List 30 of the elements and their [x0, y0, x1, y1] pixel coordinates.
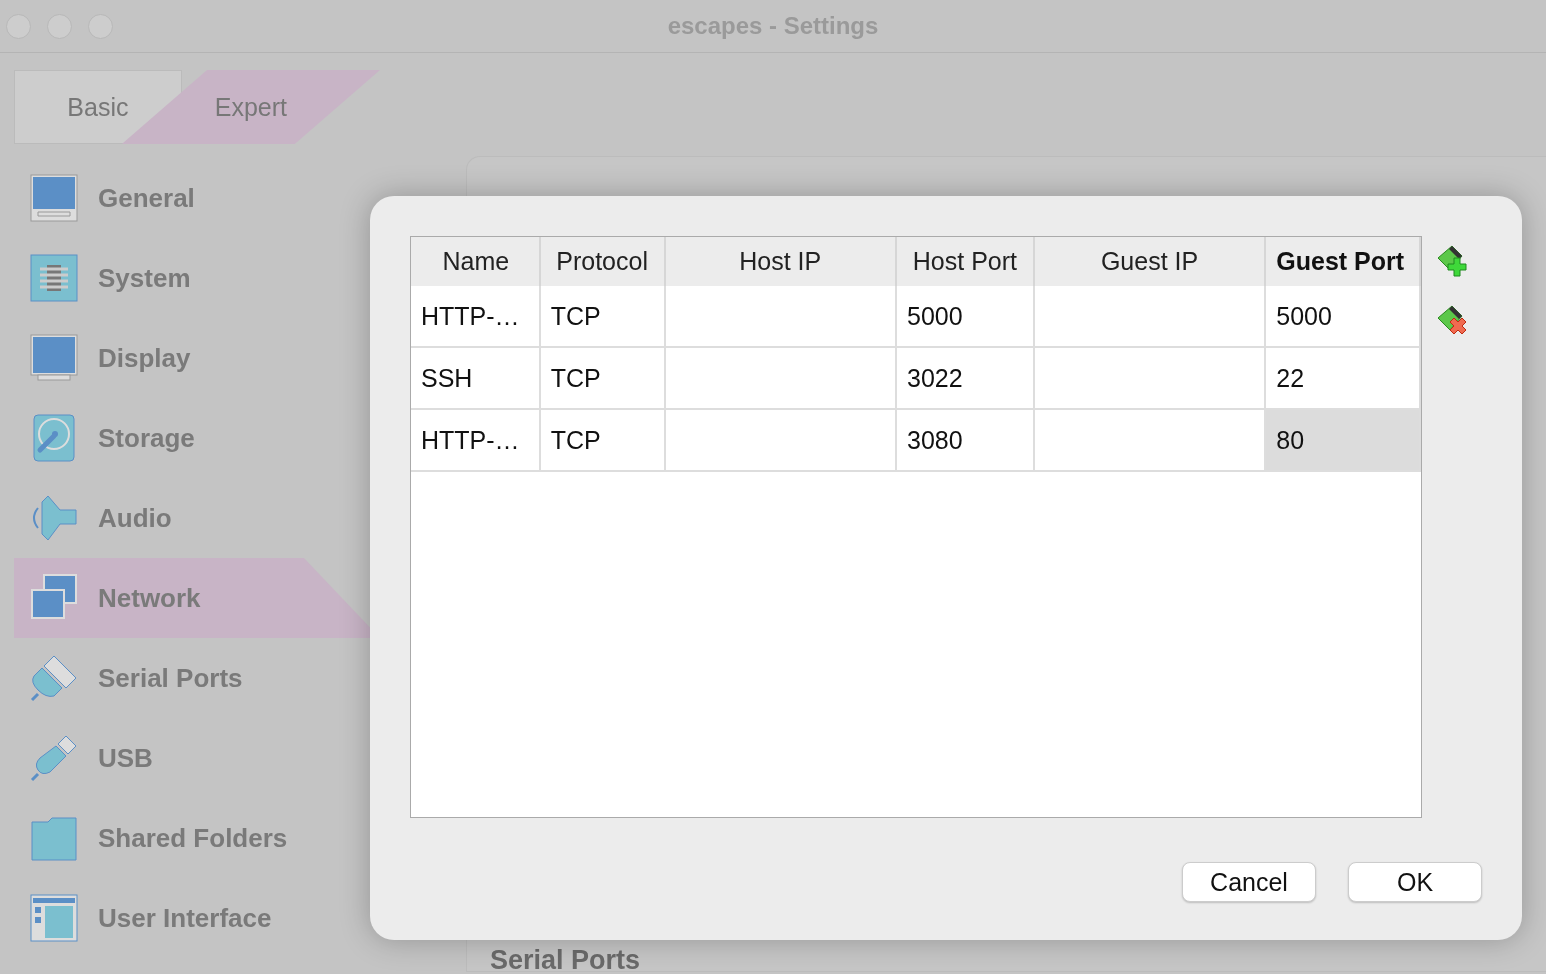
folder-icon — [30, 814, 78, 862]
monitor-icon — [30, 334, 78, 382]
ok-button[interactable]: OK — [1348, 862, 1482, 902]
usb-plug-icon — [30, 734, 78, 782]
table-cell[interactable]: 22 — [1266, 348, 1421, 408]
speaker-icon — [30, 494, 78, 542]
table-cell[interactable]: TCP — [540, 410, 666, 470]
column-header[interactable]: Host Port — [897, 237, 1035, 286]
column-header[interactable]: Protocol — [540, 237, 666, 286]
network-icon — [30, 574, 78, 622]
section-heading: Serial Ports — [490, 945, 641, 974]
column-header[interactable]: Host IP — [665, 237, 898, 286]
table-cell[interactable]: 3080 — [897, 410, 1035, 470]
table-cell[interactable]: 5000 — [1266, 286, 1421, 346]
serial-plug-icon — [30, 654, 78, 702]
column-header[interactable]: Name — [411, 237, 541, 286]
chip-icon — [30, 254, 78, 302]
window-layout-icon — [30, 894, 78, 942]
cancel-button[interactable]: Cancel — [1182, 862, 1316, 902]
column-header[interactable]: Guest Port — [1266, 237, 1421, 286]
table-cell[interactable]: TCP — [540, 348, 666, 408]
column-header[interactable]: Guest IP — [1034, 237, 1267, 286]
table-cell[interactable]: 5000 — [897, 286, 1035, 346]
table-cell[interactable]: TCP — [540, 286, 666, 346]
table-cell[interactable]: HTTP-… — [411, 410, 541, 470]
table-cell[interactable]: 3022 — [897, 348, 1035, 408]
monitor-icon — [30, 174, 78, 222]
table-cell[interactable]: SSH — [411, 348, 541, 408]
table-cell[interactable]: 80 — [1266, 410, 1421, 470]
table-cell[interactable]: HTTP-… — [411, 286, 541, 346]
